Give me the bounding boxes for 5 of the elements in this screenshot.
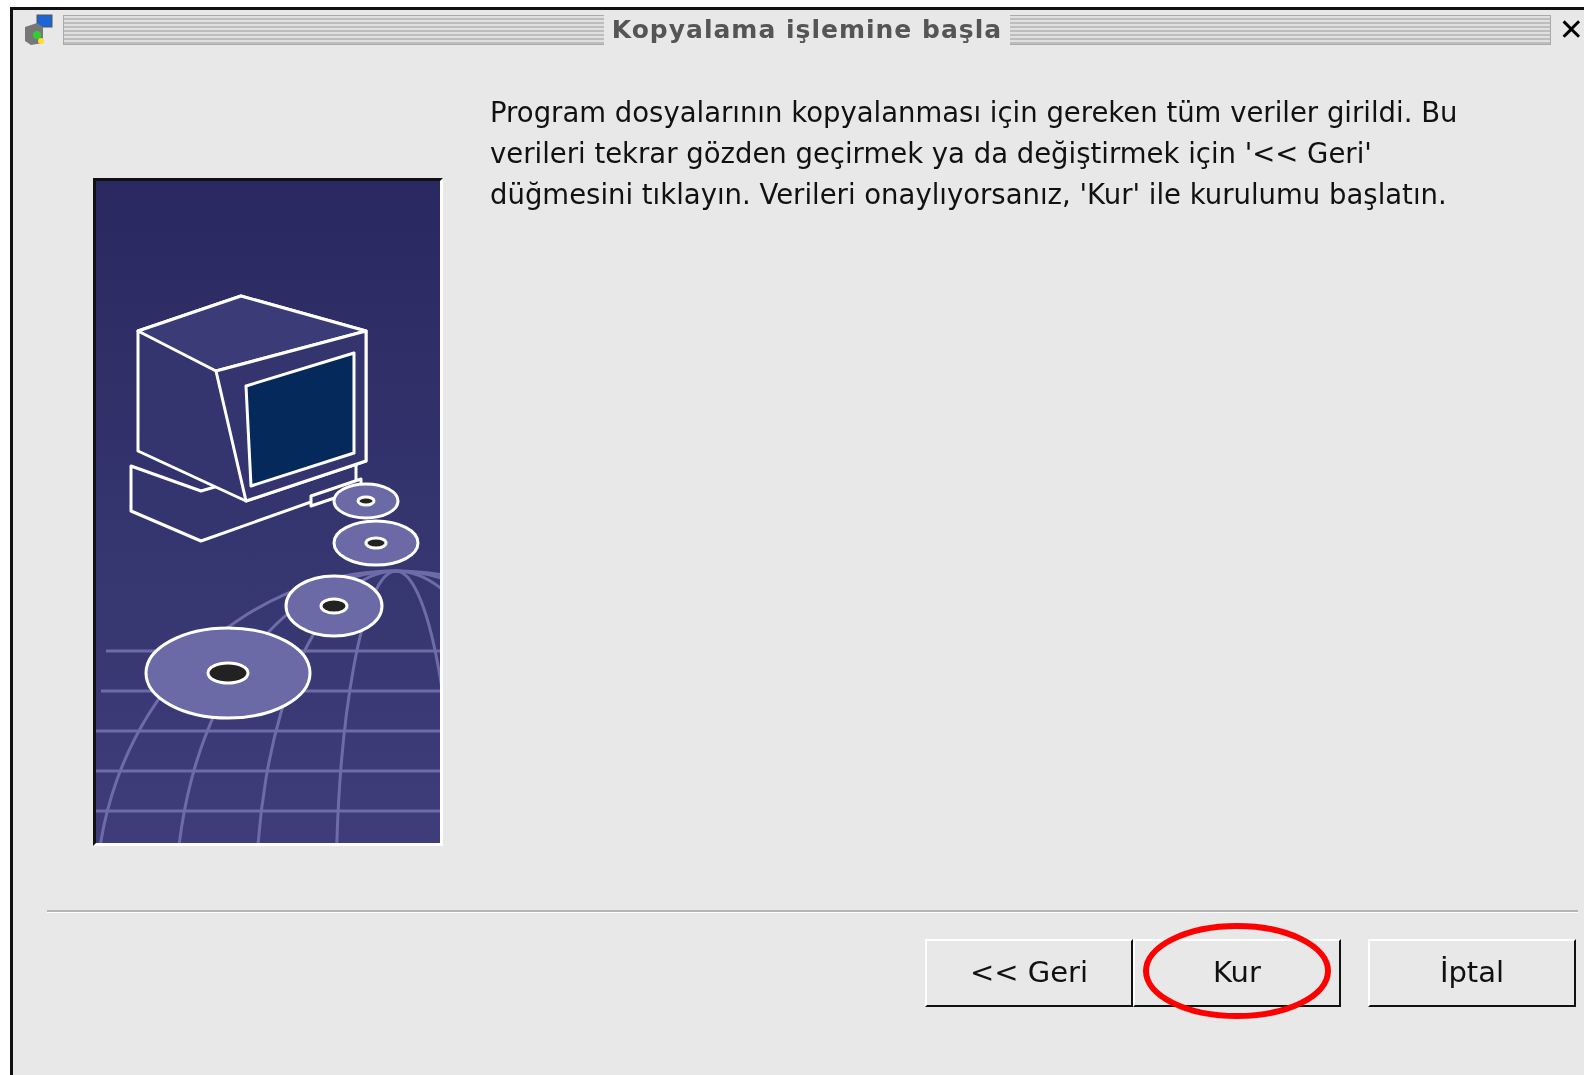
instruction-text: Program dosyalarının kopyalanması için gereken tüm veriler girildi. Bu verileri tekrar gözden geçirmek ya da değiştirmek için '<< Geri' düğmesini tıklayın. Verileri onaylıyorsanız, 'Kur' ile kurulumu başlatın.	[490, 95, 1459, 212]
close-button[interactable]: ✕	[1558, 15, 1584, 45]
install-button[interactable]: Kur	[1133, 939, 1341, 1007]
back-button[interactable]: << Geri	[925, 939, 1133, 1007]
cancel-button[interactable]: İptal	[1368, 939, 1576, 1007]
